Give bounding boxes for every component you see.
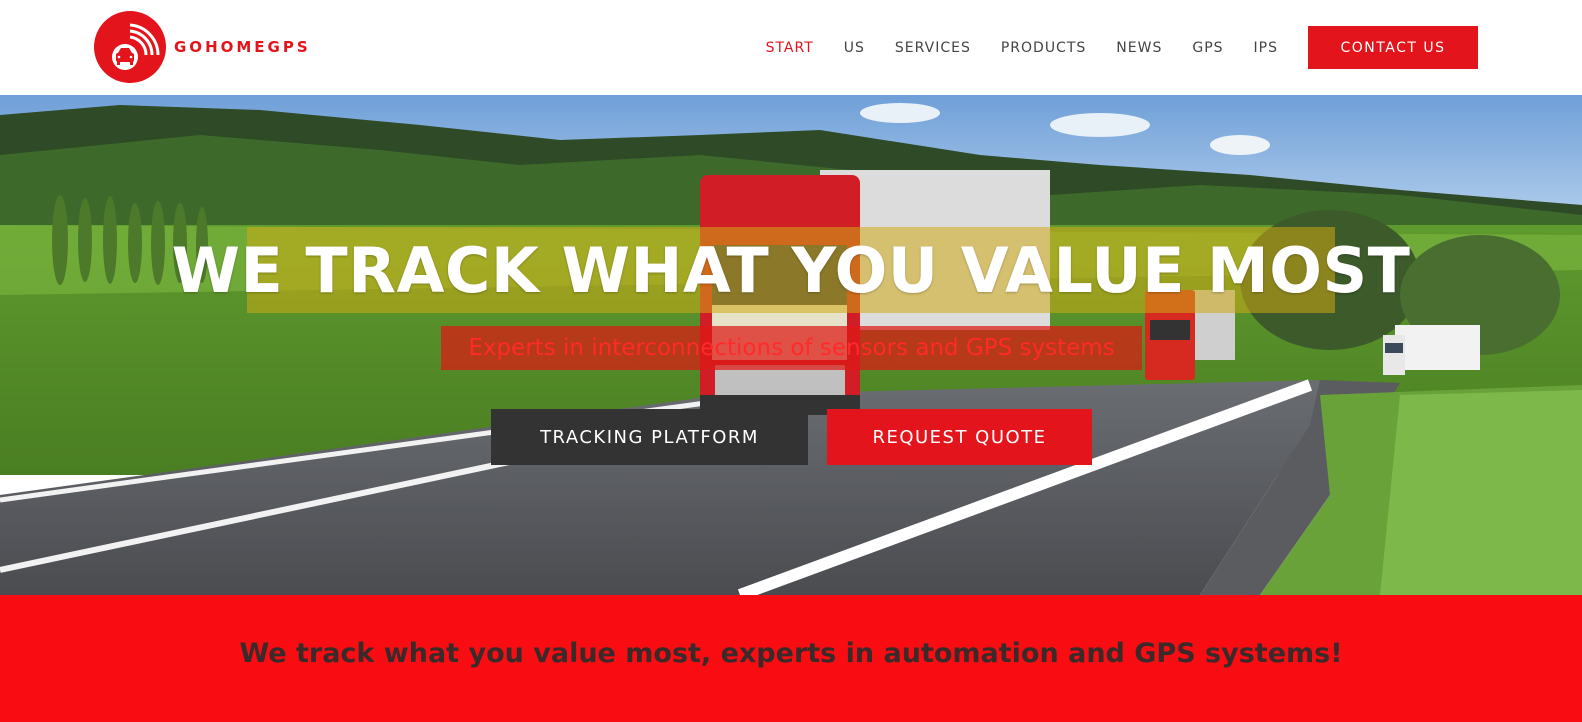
hero-section: WE TRACK WHAT YOU VALUE MOST Experts in …: [0, 95, 1582, 595]
tagline-text: We track what you value most, experts in…: [239, 638, 1343, 669]
hero-subtitle-box: Experts in interconnections of sensors a…: [441, 326, 1142, 370]
brand-logo[interactable]: GOHOMEGPS: [94, 11, 311, 83]
tagline-banner: We track what you value most, experts in…: [0, 595, 1582, 722]
tracking-platform-button[interactable]: TRACKING PLATFORM: [491, 409, 808, 465]
hero-title-box: WE TRACK WHAT YOU VALUE MOST: [172, 227, 1410, 313]
logo-car-signal-icon: [94, 11, 166, 83]
brand-name: GOHOMEGPS: [174, 38, 311, 56]
nav-item-products[interactable]: PRODUCTS: [1001, 40, 1086, 56]
nav-item-news[interactable]: NEWS: [1116, 40, 1162, 56]
hero-title: WE TRACK WHAT YOU VALUE MOST: [171, 233, 1411, 307]
hero-subtitle: Experts in interconnections of sensors a…: [468, 335, 1115, 361]
nav-item-ips[interactable]: IPS: [1254, 40, 1278, 56]
nav-item-start[interactable]: START: [766, 40, 814, 56]
request-quote-button[interactable]: REQUEST QUOTE: [827, 409, 1092, 465]
main-nav: START US SERVICES PRODUCTS NEWS GPS IPS …: [766, 26, 1478, 69]
nav-item-us[interactable]: US: [844, 40, 865, 56]
nav-item-services[interactable]: SERVICES: [895, 40, 971, 56]
site-header: GOHOMEGPS START US SERVICES PRODUCTS NEW…: [0, 0, 1582, 95]
contact-us-button[interactable]: CONTACT US: [1308, 26, 1478, 69]
nav-item-gps[interactable]: GPS: [1192, 40, 1223, 56]
